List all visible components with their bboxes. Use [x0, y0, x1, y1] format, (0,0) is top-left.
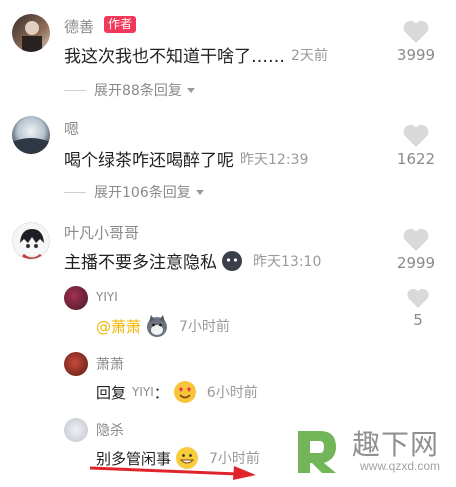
dark-face-emoji-icon — [222, 250, 242, 271]
reply-colon: ： — [153, 383, 169, 402]
reply-time: 6小时前 — [206, 385, 258, 401]
reply-username[interactable]: 隐杀 — [96, 420, 124, 440]
reply-text: @萧萧 7小时前 — [96, 314, 230, 338]
anime-avatar-icon — [20, 229, 44, 259]
expand-replies-button[interactable]: 展开106条回复 — [64, 182, 204, 202]
divider — [64, 89, 86, 91]
divider — [64, 191, 86, 193]
comment-time: 昨天12:39 — [240, 151, 309, 168]
comment-time: 2天前 — [291, 47, 328, 64]
arrow-annotation-icon — [89, 466, 256, 480]
comment-body: 主播不要多注意隐私 — [64, 253, 217, 273]
like-count: 2999 — [396, 254, 436, 272]
reply-target[interactable]: YIYI — [132, 385, 154, 399]
reply-username[interactable]: 萧萧 — [96, 354, 124, 374]
avatar[interactable] — [64, 286, 88, 310]
avatar[interactable] — [12, 116, 50, 154]
avatar[interactable] — [64, 352, 88, 376]
landscape-icon — [12, 138, 50, 154]
reply-time: 7小时前 — [179, 319, 230, 335]
avatar[interactable] — [64, 418, 88, 442]
watermark: 趣下网 www.qzxd.com — [290, 421, 450, 481]
avatar[interactable] — [12, 14, 50, 52]
reply-prefix: 回复 — [96, 383, 127, 402]
reply-text: 回复 YIYI ： 6小时前 — [96, 380, 258, 404]
comment-body: 喝个绿茶咋还喝醉了呢 — [64, 151, 234, 171]
watermark-logo-icon — [298, 431, 336, 473]
reply-username[interactable]: YIYI — [96, 290, 118, 304]
watermark-url: www.qzxd.com — [360, 459, 441, 473]
heart-icon — [403, 228, 429, 251]
heart-icon — [407, 288, 429, 308]
comment-username[interactable]: 德善 — [64, 16, 94, 37]
like-count: 5 — [413, 311, 423, 329]
avatar-photo-icon — [22, 21, 42, 52]
comment-username[interactable]: 叶凡小哥哥 — [64, 222, 139, 243]
like-button[interactable]: 2999 — [394, 228, 438, 272]
like-button[interactable]: 3999 — [394, 20, 438, 64]
chevron-down-icon — [195, 189, 204, 195]
heart-icon — [403, 20, 429, 43]
like-count: 1622 — [396, 150, 436, 168]
expand-replies-button[interactable]: 展开88条回复 — [64, 80, 195, 100]
expand-label: 展开88条回复 — [94, 83, 182, 99]
comment-text: 主播不要多注意隐私 昨天13:10 — [64, 248, 321, 273]
author-badge: 作者 — [104, 16, 137, 33]
like-count: 3999 — [396, 46, 436, 64]
husky-emoji-icon — [147, 315, 168, 337]
heart-icon — [403, 124, 429, 147]
chevron-down-icon — [186, 87, 195, 93]
comment-text: 我这次我也不知道干啥了…… 2天前 — [64, 42, 328, 67]
comment-text: 喝个绿茶咋还喝醉了呢 昨天12:39 — [64, 146, 308, 171]
comment-time: 昨天13:10 — [253, 253, 322, 270]
comment-body: 我这次我也不知道干啥了…… — [64, 47, 285, 67]
comment-username[interactable]: 嗯 — [64, 118, 79, 139]
like-button[interactable]: 5 — [396, 288, 440, 329]
expand-label: 展开106条回复 — [94, 185, 191, 201]
watermark-text: 趣下网 — [352, 428, 440, 461]
mention-link[interactable]: @萧萧 — [96, 316, 141, 337]
like-button[interactable]: 1622 — [394, 124, 438, 168]
heart-eyes-emoji-icon — [173, 381, 196, 403]
avatar[interactable] — [12, 222, 50, 260]
